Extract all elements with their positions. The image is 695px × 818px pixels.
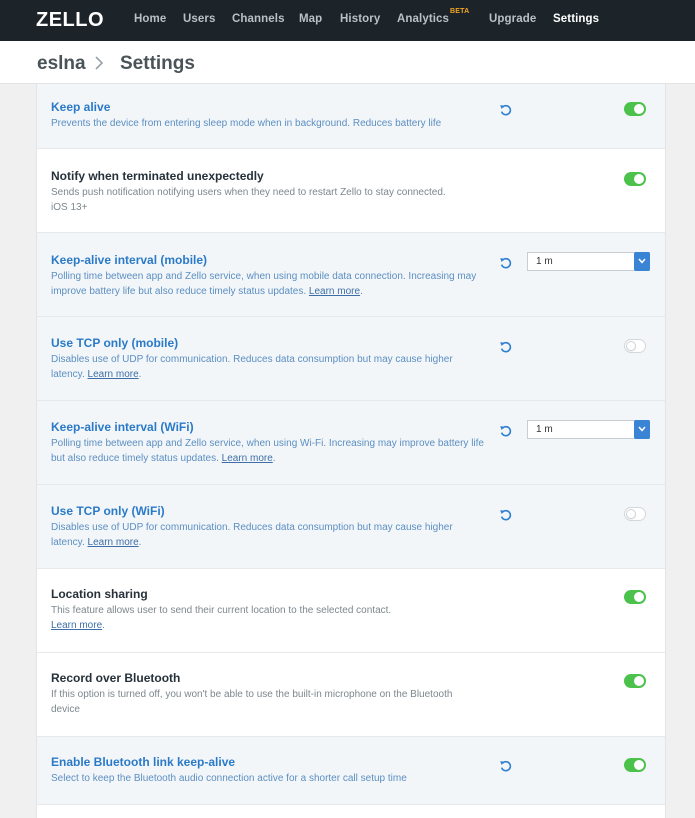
learn-more-link[interactable]: Learn more	[88, 537, 139, 548]
setting-row-notify-terminated: Notify when terminated unexpectedly Send…	[37, 149, 665, 233]
setting-description-text: If this option is turned off, you won't …	[51, 689, 453, 715]
setting-title: Location sharing	[51, 587, 148, 601]
setting-description: If this option is turned off, you won't …	[51, 687, 471, 717]
learn-more-link[interactable]: Learn more	[88, 369, 139, 380]
setting-description: Prevents the device from entering sleep …	[51, 116, 511, 131]
learn-more-link[interactable]: Learn more	[51, 620, 102, 631]
setting-row-tcp-only-mobile: Use TCP only (mobile) Disables use of UD…	[37, 317, 665, 401]
zello-logo[interactable]: ZELLO	[36, 8, 116, 30]
nav-analytics[interactable]: Analytics	[397, 13, 449, 25]
setting-description: Select to keep the Bluetooth audio conne…	[51, 771, 501, 786]
setting-row-keep-alive-interval-wifi: Keep-alive interval (WiFi) Polling time …	[37, 401, 665, 485]
setting-row-keep-alive: Keep alive Prevents the device from ente…	[37, 84, 665, 149]
setting-title: Record over Bluetooth	[51, 671, 181, 685]
beta-badge: BETA	[450, 8, 470, 15]
nav-map[interactable]: Map	[299, 13, 322, 25]
setting-description: Disables use of UDP for communication. R…	[51, 522, 453, 548]
reset-icon[interactable]	[499, 103, 513, 117]
setting-title: Keep alive	[51, 100, 111, 114]
nav-channels[interactable]: Channels	[232, 13, 285, 25]
toggle-knob	[634, 676, 644, 686]
reset-icon[interactable]	[499, 340, 513, 354]
setting-title: Notify when terminated unexpectedly	[51, 169, 264, 183]
breadcrumb: eslna Settings	[0, 41, 695, 84]
learn-more-link[interactable]: Learn more	[309, 286, 360, 297]
select-value: 1 m	[536, 256, 553, 267]
chevron-down-icon[interactable]	[634, 420, 650, 439]
toggle-knob	[634, 592, 644, 602]
setting-description-text: This feature allows user to send their c…	[51, 605, 392, 616]
toggle-knob	[634, 174, 644, 184]
setting-description: Polling time between app and Zello servi…	[51, 271, 477, 297]
setting-row-tcp-only-wifi: Use TCP only (WiFi) Disables use of UDP …	[37, 485, 665, 569]
setting-row-bluetooth-keep-alive: Enable Bluetooth link keep-alive Select …	[37, 737, 665, 805]
breadcrumb-network[interactable]: eslna	[37, 53, 86, 75]
setting-title: Use TCP only (mobile)	[51, 336, 179, 350]
setting-description-text: Sends push notification notifying users …	[51, 187, 446, 213]
nav-history[interactable]: History	[340, 13, 380, 25]
toggle-knob	[626, 341, 636, 351]
setting-row-keep-alive-interval-mobile: Keep-alive interval (mobile) Polling tim…	[37, 233, 665, 317]
setting-title: Keep-alive interval (mobile)	[51, 253, 208, 267]
reset-icon[interactable]	[499, 424, 513, 438]
record-over-bluetooth-toggle[interactable]	[624, 674, 646, 688]
setting-description-text: Prevents the device from entering sleep …	[51, 118, 442, 129]
chevron-right-icon	[94, 53, 104, 78]
setting-title: Enable Bluetooth link keep-alive	[51, 755, 236, 769]
setting-row-partial	[37, 805, 665, 818]
tcp-only-mobile-toggle[interactable]	[624, 339, 646, 353]
toggle-knob	[634, 104, 644, 114]
logo-text: ZELLO	[36, 9, 104, 30]
nav-users[interactable]: Users	[183, 13, 215, 25]
setting-description: Sends push notification notifying users …	[51, 185, 461, 215]
keep-alive-interval-wifi-select[interactable]: 1 m	[527, 420, 650, 439]
toggle-knob	[634, 760, 644, 770]
chevron-down-icon[interactable]	[634, 252, 650, 271]
toggle-knob	[626, 509, 636, 519]
select-value: 1 m	[536, 424, 553, 435]
notify-terminated-toggle[interactable]	[624, 172, 646, 186]
setting-title: Use TCP only (WiFi)	[51, 504, 165, 518]
top-navigation-bar: ZELLO Home Users Channels Map History An…	[0, 0, 695, 41]
setting-description-text: Select to keep the Bluetooth audio conne…	[51, 773, 407, 784]
reset-icon[interactable]	[499, 759, 513, 773]
reset-icon[interactable]	[499, 508, 513, 522]
bluetooth-keep-alive-toggle[interactable]	[624, 758, 646, 772]
setting-description-text: Polling time between app and Zello servi…	[51, 271, 477, 297]
setting-description: This feature allows user to send their c…	[51, 605, 392, 631]
setting-row-location-sharing: Location sharing This feature allows use…	[37, 569, 665, 653]
location-sharing-toggle[interactable]	[624, 590, 646, 604]
setting-description: Polling time between app and Zello servi…	[51, 438, 484, 464]
nav-home[interactable]: Home	[134, 13, 166, 25]
learn-more-link[interactable]: Learn more	[222, 453, 273, 464]
setting-title: Keep-alive interval (WiFi)	[51, 420, 194, 434]
tcp-only-wifi-toggle[interactable]	[624, 507, 646, 521]
nav-settings[interactable]: Settings	[553, 13, 599, 25]
keep-alive-toggle[interactable]	[624, 102, 646, 116]
settings-panel: Keep alive Prevents the device from ente…	[36, 84, 666, 818]
page-title: Settings	[120, 53, 195, 74]
setting-row-record-over-bluetooth: Record over Bluetooth If this option is …	[37, 653, 665, 737]
keep-alive-interval-mobile-select[interactable]: 1 m	[527, 252, 650, 271]
nav-upgrade[interactable]: Upgrade	[489, 13, 536, 25]
zello-logo-mark: ZELLO	[36, 9, 104, 30]
setting-description: Disables use of UDP for communication. R…	[51, 354, 453, 380]
reset-icon[interactable]	[499, 256, 513, 270]
